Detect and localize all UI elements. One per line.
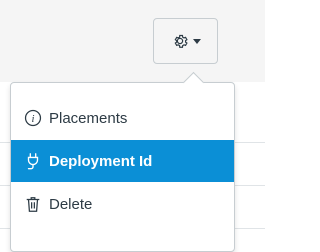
caret-down-icon bbox=[192, 39, 201, 44]
plug-icon bbox=[23, 151, 43, 171]
svg-text:i: i bbox=[32, 113, 35, 125]
menu-item-label: Placements bbox=[49, 109, 128, 127]
toolbar bbox=[0, 0, 265, 82]
gear-icon bbox=[171, 32, 189, 50]
trash-icon bbox=[23, 194, 43, 214]
page: i Placements Deployment Id Delete bbox=[0, 0, 265, 252]
menu-item-deployment-id[interactable]: Deployment Id bbox=[11, 140, 234, 182]
settings-menu-button[interactable] bbox=[153, 18, 218, 64]
settings-dropdown-menu: i Placements Deployment Id Delete bbox=[10, 71, 235, 252]
menu-item-placements[interactable]: i Placements bbox=[11, 97, 234, 139]
info-icon: i bbox=[23, 108, 43, 128]
menu-item-label: Deployment Id bbox=[49, 152, 153, 170]
menu-item-label: Delete bbox=[49, 195, 93, 213]
menu-item-delete[interactable]: Delete bbox=[11, 183, 234, 225]
